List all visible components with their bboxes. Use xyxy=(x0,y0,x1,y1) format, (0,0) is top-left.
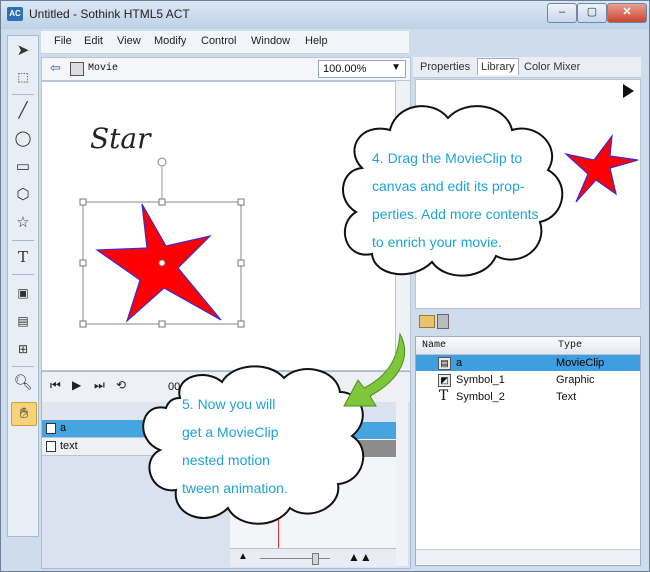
zoom-out-icon[interactable]: ▲ xyxy=(238,551,248,562)
text-tool-icon[interactable]: T xyxy=(11,246,35,268)
title-bar: AC Untitled - Sothink HTML5 ACT – ▢ ✕ xyxy=(1,1,649,29)
callout-line: to enrich your movie. xyxy=(372,234,502,250)
rewind-icon[interactable]: ⏮ xyxy=(50,378,61,393)
graphic-icon: ◩ xyxy=(438,374,451,387)
callout-line: tween animation. xyxy=(182,480,288,496)
tab-library[interactable]: Library xyxy=(477,58,519,75)
line-tool-icon[interactable]: ╱ xyxy=(11,100,35,122)
zoom-tool-icon[interactable]: 🔍︎ xyxy=(11,372,35,394)
zoom-slider-track[interactable] xyxy=(260,558,330,559)
tool-divider xyxy=(12,274,34,275)
loop-icon[interactable]: ⟲ xyxy=(116,378,126,392)
new-folder-icon[interactable] xyxy=(419,315,435,328)
callout-line: nested motion xyxy=(182,452,270,468)
tool-divider xyxy=(12,240,34,241)
menu-view[interactable]: View xyxy=(117,35,141,47)
tools-panel: ➤ ⬚ ╱ ◯ ▭ ⬡ ☆ T ▣ ▤ ⊞ 🔍︎ ✋︎ xyxy=(7,35,39,537)
chevron-down-icon: ▼ xyxy=(391,62,401,73)
layer-name: text xyxy=(60,440,78,452)
app-logo-icon: AC xyxy=(7,7,23,21)
layer-name: a xyxy=(60,422,67,434)
text-icon: T xyxy=(438,388,449,404)
layer-icon xyxy=(46,441,56,452)
timeline-scrollbar[interactable] xyxy=(396,402,408,566)
menu-file[interactable]: File xyxy=(54,35,72,47)
callout-line: get a MovieClip xyxy=(182,424,279,440)
tab-color-mixer[interactable]: Color Mixer xyxy=(521,60,583,74)
callout-line: perties. Add more contents xyxy=(372,206,539,222)
back-arrow-icon[interactable]: ⇦ xyxy=(50,61,64,74)
preview-star xyxy=(563,133,639,203)
zoom-value: 100.00% xyxy=(323,63,367,75)
library-scrollbar[interactable] xyxy=(416,549,640,564)
rectangle-tool-icon[interactable]: ▭ xyxy=(11,156,35,178)
callout-step4-text: 4. Drag the MovieClip to canvas and edit… xyxy=(372,144,539,256)
tab-properties[interactable]: Properties xyxy=(417,60,473,74)
item-name: Symbol_2 xyxy=(456,391,505,403)
panel-tabs: Properties Library Color Mixer xyxy=(413,57,641,78)
col-type[interactable]: Type xyxy=(558,340,582,351)
maximize-button[interactable]: ▢ xyxy=(577,3,607,23)
menu-edit[interactable]: Edit xyxy=(84,35,103,47)
image-tool-icon[interactable]: ▣ xyxy=(11,282,35,304)
menu-control[interactable]: Control xyxy=(201,35,236,47)
stage-drawing xyxy=(79,157,245,328)
tool-divider xyxy=(12,366,34,367)
movie-scene-icon xyxy=(70,62,84,76)
button-tool-icon[interactable]: ▤ xyxy=(11,310,35,332)
zoom-in-icon[interactable]: ▲▲ xyxy=(348,550,372,564)
tool-divider xyxy=(12,94,34,95)
zoom-slider-thumb[interactable] xyxy=(312,553,319,565)
delete-icon[interactable] xyxy=(437,314,449,329)
callout-line: canvas and edit its prop- xyxy=(372,178,525,194)
library-item[interactable]: ▤ a MovieClip xyxy=(416,355,640,371)
library-list: Name Type ▤ a MovieClip ◩ Symbol_1 Graph… xyxy=(415,336,641,566)
menu-modify[interactable]: Modify xyxy=(154,35,186,47)
menu-window[interactable]: Window xyxy=(251,35,290,47)
item-name: Symbol_1 xyxy=(456,374,505,386)
library-toolbar xyxy=(415,311,639,333)
movieclip-icon: ▤ xyxy=(438,357,451,370)
item-type: Graphic xyxy=(556,374,595,386)
callout-step5-text: 5. Now you will get a MovieClip nested m… xyxy=(182,390,288,502)
star-tool-icon[interactable]: ☆ xyxy=(11,212,35,234)
timeline-zoom-bar: ▲ ▲▲ xyxy=(230,548,396,567)
menu-help[interactable]: Help xyxy=(305,35,328,47)
play-icon[interactable]: ▶ xyxy=(72,378,81,392)
callout-line: 5. Now you will xyxy=(182,396,276,412)
transform-tool-icon[interactable]: ⬚ xyxy=(11,66,35,88)
polygon-tool-icon[interactable]: ⬡ xyxy=(11,184,35,206)
select-arrow-icon[interactable]: ➤ xyxy=(11,40,35,62)
item-type: Text xyxy=(556,391,577,403)
close-button[interactable]: ✕ xyxy=(607,3,647,23)
zoom-select[interactable]: 100.00% ▼ xyxy=(318,60,406,78)
hand-tool-icon[interactable]: ✋︎ xyxy=(11,402,37,426)
library-header: Name Type xyxy=(416,337,640,355)
window-title: Untitled - Sothink HTML5 ACT xyxy=(29,7,190,21)
library-item[interactable]: T Symbol_2 Text xyxy=(416,389,640,405)
ellipse-tool-icon[interactable]: ◯ xyxy=(11,128,35,150)
minimize-button[interactable]: – xyxy=(547,3,577,23)
col-name[interactable]: Name xyxy=(422,340,446,351)
layer-icon xyxy=(46,423,56,434)
component-tool-icon[interactable]: ⊞ xyxy=(11,338,35,360)
callout-line: 4. Drag the MovieClip to xyxy=(372,150,523,166)
stage-canvas[interactable]: Star xyxy=(41,81,411,371)
item-name: a xyxy=(456,357,463,369)
item-type: MovieClip xyxy=(556,357,605,369)
forward-end-icon[interactable]: ⏭ xyxy=(94,378,105,393)
library-item[interactable]: ◩ Symbol_1 Graphic xyxy=(416,372,640,388)
scene-label: Movie xyxy=(88,63,119,74)
stage-toolbar: ⇦ Movie 100.00% ▼ xyxy=(41,57,411,81)
app-window: AC Untitled - Sothink HTML5 ACT – ▢ ✕ ➤ … xyxy=(0,0,650,572)
menu-bar: File Edit View Modify Control Window Hel… xyxy=(41,31,409,54)
